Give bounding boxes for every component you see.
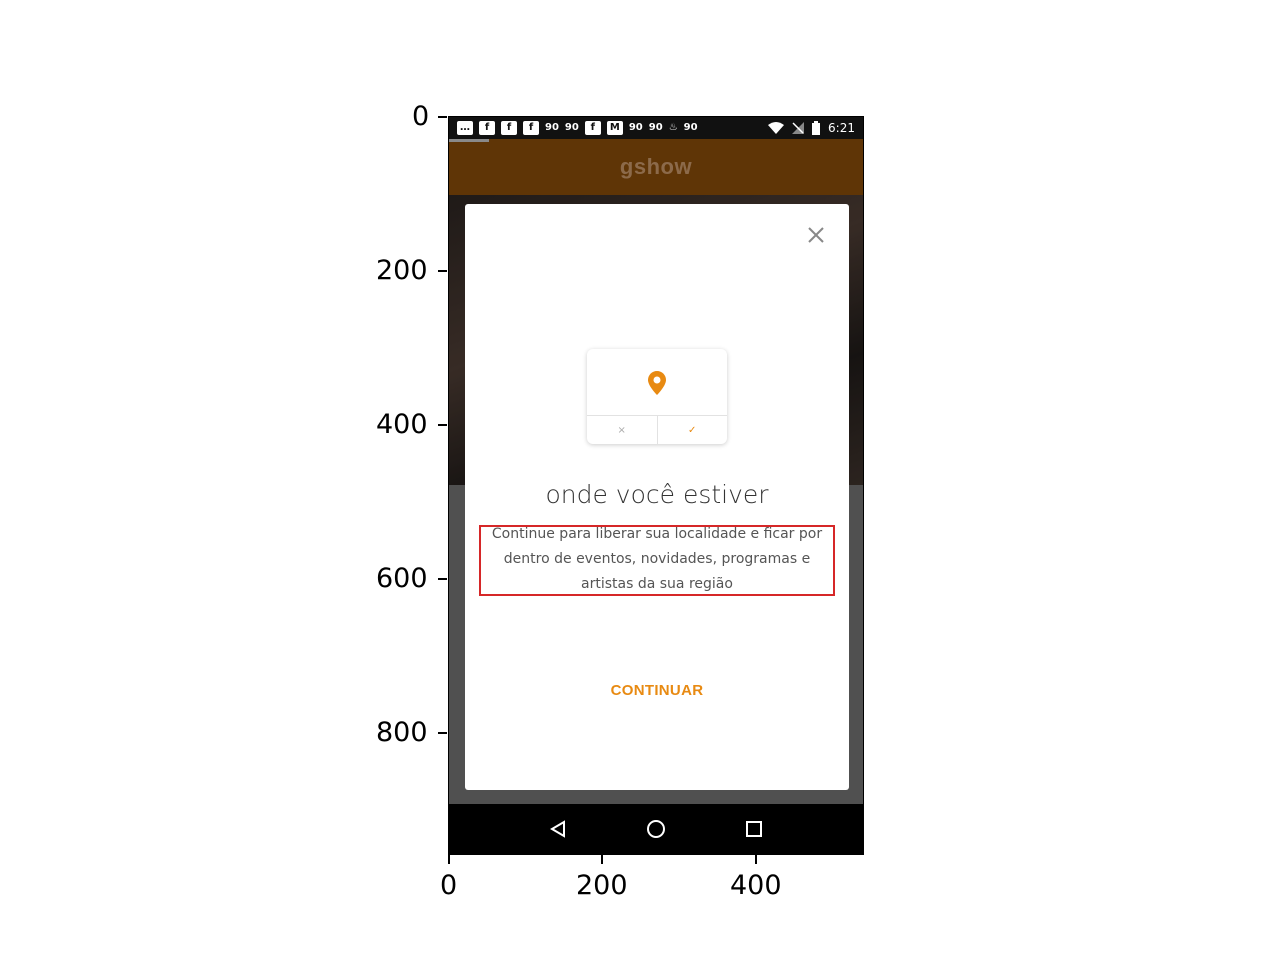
y-tick-label: 200 (376, 255, 428, 286)
close-icon (808, 227, 824, 243)
wifi-icon (768, 122, 785, 134)
gp-icon: 90 (648, 122, 663, 133)
recents-button[interactable] (743, 818, 765, 840)
check-icon: ✓ (688, 424, 697, 436)
fire-icon: ♨ (668, 122, 678, 133)
y-tick (438, 578, 447, 580)
y-tick-label: 0 (412, 101, 430, 132)
no-signal-icon (792, 122, 805, 134)
recents-icon (746, 821, 762, 837)
x-tick (601, 855, 603, 864)
illustration-top (587, 349, 727, 416)
location-permission-dialog: × ✓ onde você estiver Continue para libe… (465, 204, 849, 790)
back-icon (550, 820, 565, 838)
loading-progress (449, 139, 489, 142)
status-right: 6:21 (768, 121, 855, 135)
continue-button[interactable]: CONTINUAR (465, 682, 849, 699)
location-pin-icon (648, 370, 666, 395)
facebook-icon: f (479, 121, 495, 135)
dialog-title: onde você estiver (545, 480, 769, 509)
x-tick (448, 855, 450, 864)
navigation-bar (449, 804, 863, 854)
facebook-icon: f (501, 121, 517, 135)
deny-icon: × (587, 416, 658, 444)
gmail-icon: M (606, 121, 623, 135)
app-logo: gshow (619, 154, 693, 179)
clock: 6:21 (828, 121, 855, 135)
location-illustration: × ✓ (587, 349, 727, 444)
gp-icon: 90 (564, 122, 579, 133)
phone-screen: … f f f 90 90 f M 90 90 ♨ 90 6:21 gshow … (448, 116, 864, 855)
x-tick-label: 200 (576, 870, 628, 901)
y-tick (438, 116, 447, 118)
message-icon: … (457, 121, 473, 135)
y-tick-label: 600 (376, 563, 428, 594)
close-button[interactable] (805, 224, 827, 246)
y-tick-label: 800 (376, 717, 428, 748)
y-tick (438, 732, 447, 734)
home-icon (647, 820, 665, 838)
x-tick-label: 400 (730, 870, 782, 901)
illustration-buttons: × ✓ (587, 415, 727, 444)
x-tick (755, 855, 757, 864)
app-bar: gshow (449, 139, 863, 195)
y-tick (438, 424, 447, 426)
back-button[interactable] (547, 818, 569, 840)
battery-icon (812, 121, 821, 135)
gp-icon: 90 (545, 122, 559, 133)
x-tick-label: 0 (440, 870, 458, 901)
home-button[interactable] (645, 818, 667, 840)
facebook-icon: f (584, 121, 601, 135)
notification-icons: … f f f 90 90 f M 90 90 ♨ 90 (457, 121, 698, 135)
highlight-annotation-box (479, 525, 835, 596)
gp-icon: 90 (628, 122, 643, 133)
facebook-icon: f (523, 121, 539, 135)
status-bar: … f f f 90 90 f M 90 90 ♨ 90 6:21 (449, 117, 863, 139)
y-tick-label: 400 (376, 409, 428, 440)
gp-icon: 90 (683, 122, 698, 133)
y-tick (438, 270, 447, 272)
